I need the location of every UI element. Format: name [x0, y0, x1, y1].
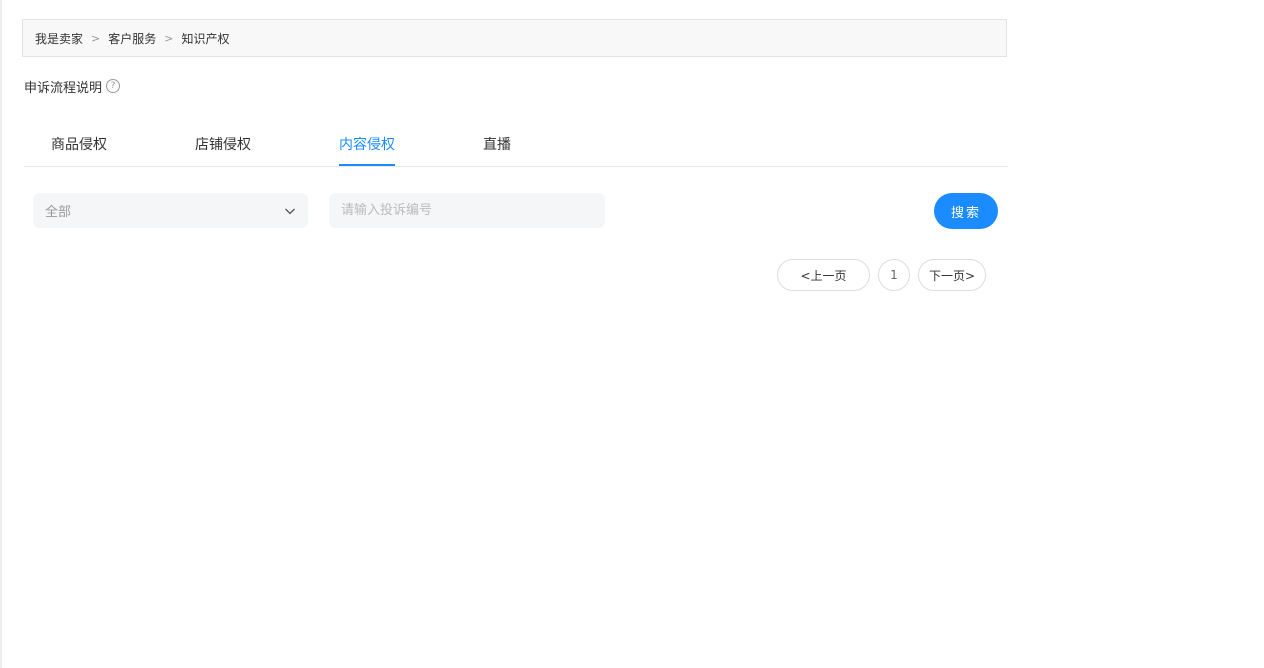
breadcrumb-item-seller[interactable]: 我是卖家: [35, 30, 83, 47]
tab-store-infringement[interactable]: 店铺侵权: [195, 134, 251, 166]
tab-label: 店铺侵权: [195, 137, 251, 153]
tab-product-infringement[interactable]: 商品侵权: [51, 134, 107, 166]
chevron-down-icon: [284, 205, 296, 217]
prev-page-button[interactable]: <上一页: [777, 259, 870, 291]
breadcrumb-separator: >: [91, 31, 101, 45]
tab-live-stream[interactable]: 直播: [483, 134, 511, 166]
infringement-tabs: 商品侵权 店铺侵权 内容侵权 直播: [24, 124, 1008, 167]
tab-content-infringement[interactable]: 内容侵权: [339, 134, 395, 166]
help-circle-icon[interactable]: ?: [106, 79, 121, 93]
appeal-process-label: 申诉流程说明: [24, 80, 103, 96]
breadcrumb-item-customer-service[interactable]: 客户服务: [108, 30, 156, 47]
tab-label: 商品侵权: [51, 137, 107, 153]
breadcrumb: 我是卖家 > 客户服务 > 知识产权: [22, 19, 1007, 57]
complaint-number-input[interactable]: [329, 193, 605, 228]
next-page-button[interactable]: 下一页>: [918, 259, 986, 291]
tab-label: 直播: [483, 137, 511, 153]
search-button[interactable]: 搜索: [934, 193, 998, 229]
page-number-button[interactable]: 1: [878, 259, 910, 291]
breadcrumb-separator: >: [164, 31, 174, 45]
left-edge-divider: [0, 0, 2, 668]
tab-label: 内容侵权: [339, 137, 395, 153]
status-select[interactable]: 全部: [33, 193, 308, 228]
breadcrumb-item-ip: 知识产权: [181, 31, 230, 46]
status-select-value: 全部: [45, 205, 72, 220]
appeal-process-link[interactable]: 申诉流程说明 ?: [24, 76, 121, 96]
